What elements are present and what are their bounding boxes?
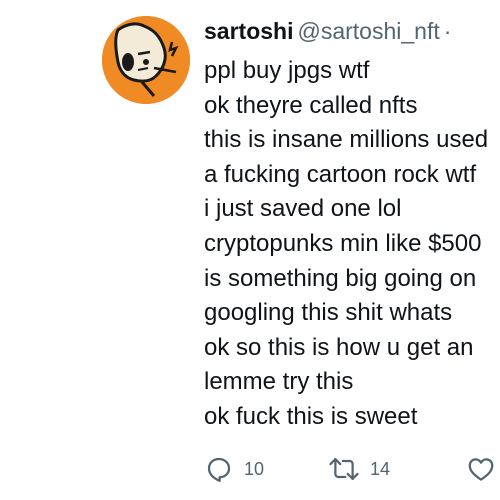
user-handle[interactable]: @sartoshi_nft: [297, 18, 439, 44]
retweet-count: 14: [370, 458, 391, 479]
tweet-text-line: a fucking cartoon rock wtf: [204, 160, 477, 188]
tweet-text-line: this is insane millions used: [204, 126, 489, 154]
display-name[interactable]: sartoshi: [204, 18, 293, 44]
reply-bubble-icon: [204, 454, 234, 484]
tweet-text-line: ok so this is how u get an: [204, 333, 474, 361]
tweet-text: ppl buy jpgs wtf ok theyre called nfts t…: [204, 54, 500, 435]
avatar-rock-drawing: [102, 16, 190, 104]
like-button[interactable]: [466, 452, 496, 486]
retweet-button[interactable]: 14: [328, 452, 390, 486]
retweet-arrows-icon: [328, 454, 360, 484]
tweet-text-line: googling this shit whats: [204, 299, 453, 327]
tweet-text-line: i just saved one lol: [204, 195, 402, 223]
tweet-text-line: is something big going on: [204, 264, 477, 292]
tweet-text-line: lemme try this: [204, 368, 354, 396]
tweet-header: sartoshi @sartoshi_nft ·: [204, 14, 451, 48]
tweet-text-line: cryptopunks min like $500: [204, 229, 482, 257]
tweet-text-line: ok theyre called nfts: [204, 91, 418, 119]
heart-icon: [466, 454, 496, 484]
tweet-text-line: ok fuck this is sweet: [204, 402, 418, 430]
tweet-actions: 10 14: [204, 452, 500, 486]
reply-button[interactable]: 10: [204, 452, 264, 486]
header-separator: ·: [443, 18, 452, 44]
reply-count: 10: [244, 458, 265, 479]
avatar[interactable]: [102, 16, 190, 104]
tweet-card: sartoshi @sartoshi_nft · ppl buy jpgs wtf …: [0, 0, 500, 500]
tweet-text-line: ppl buy jpgs wtf: [204, 57, 370, 84]
